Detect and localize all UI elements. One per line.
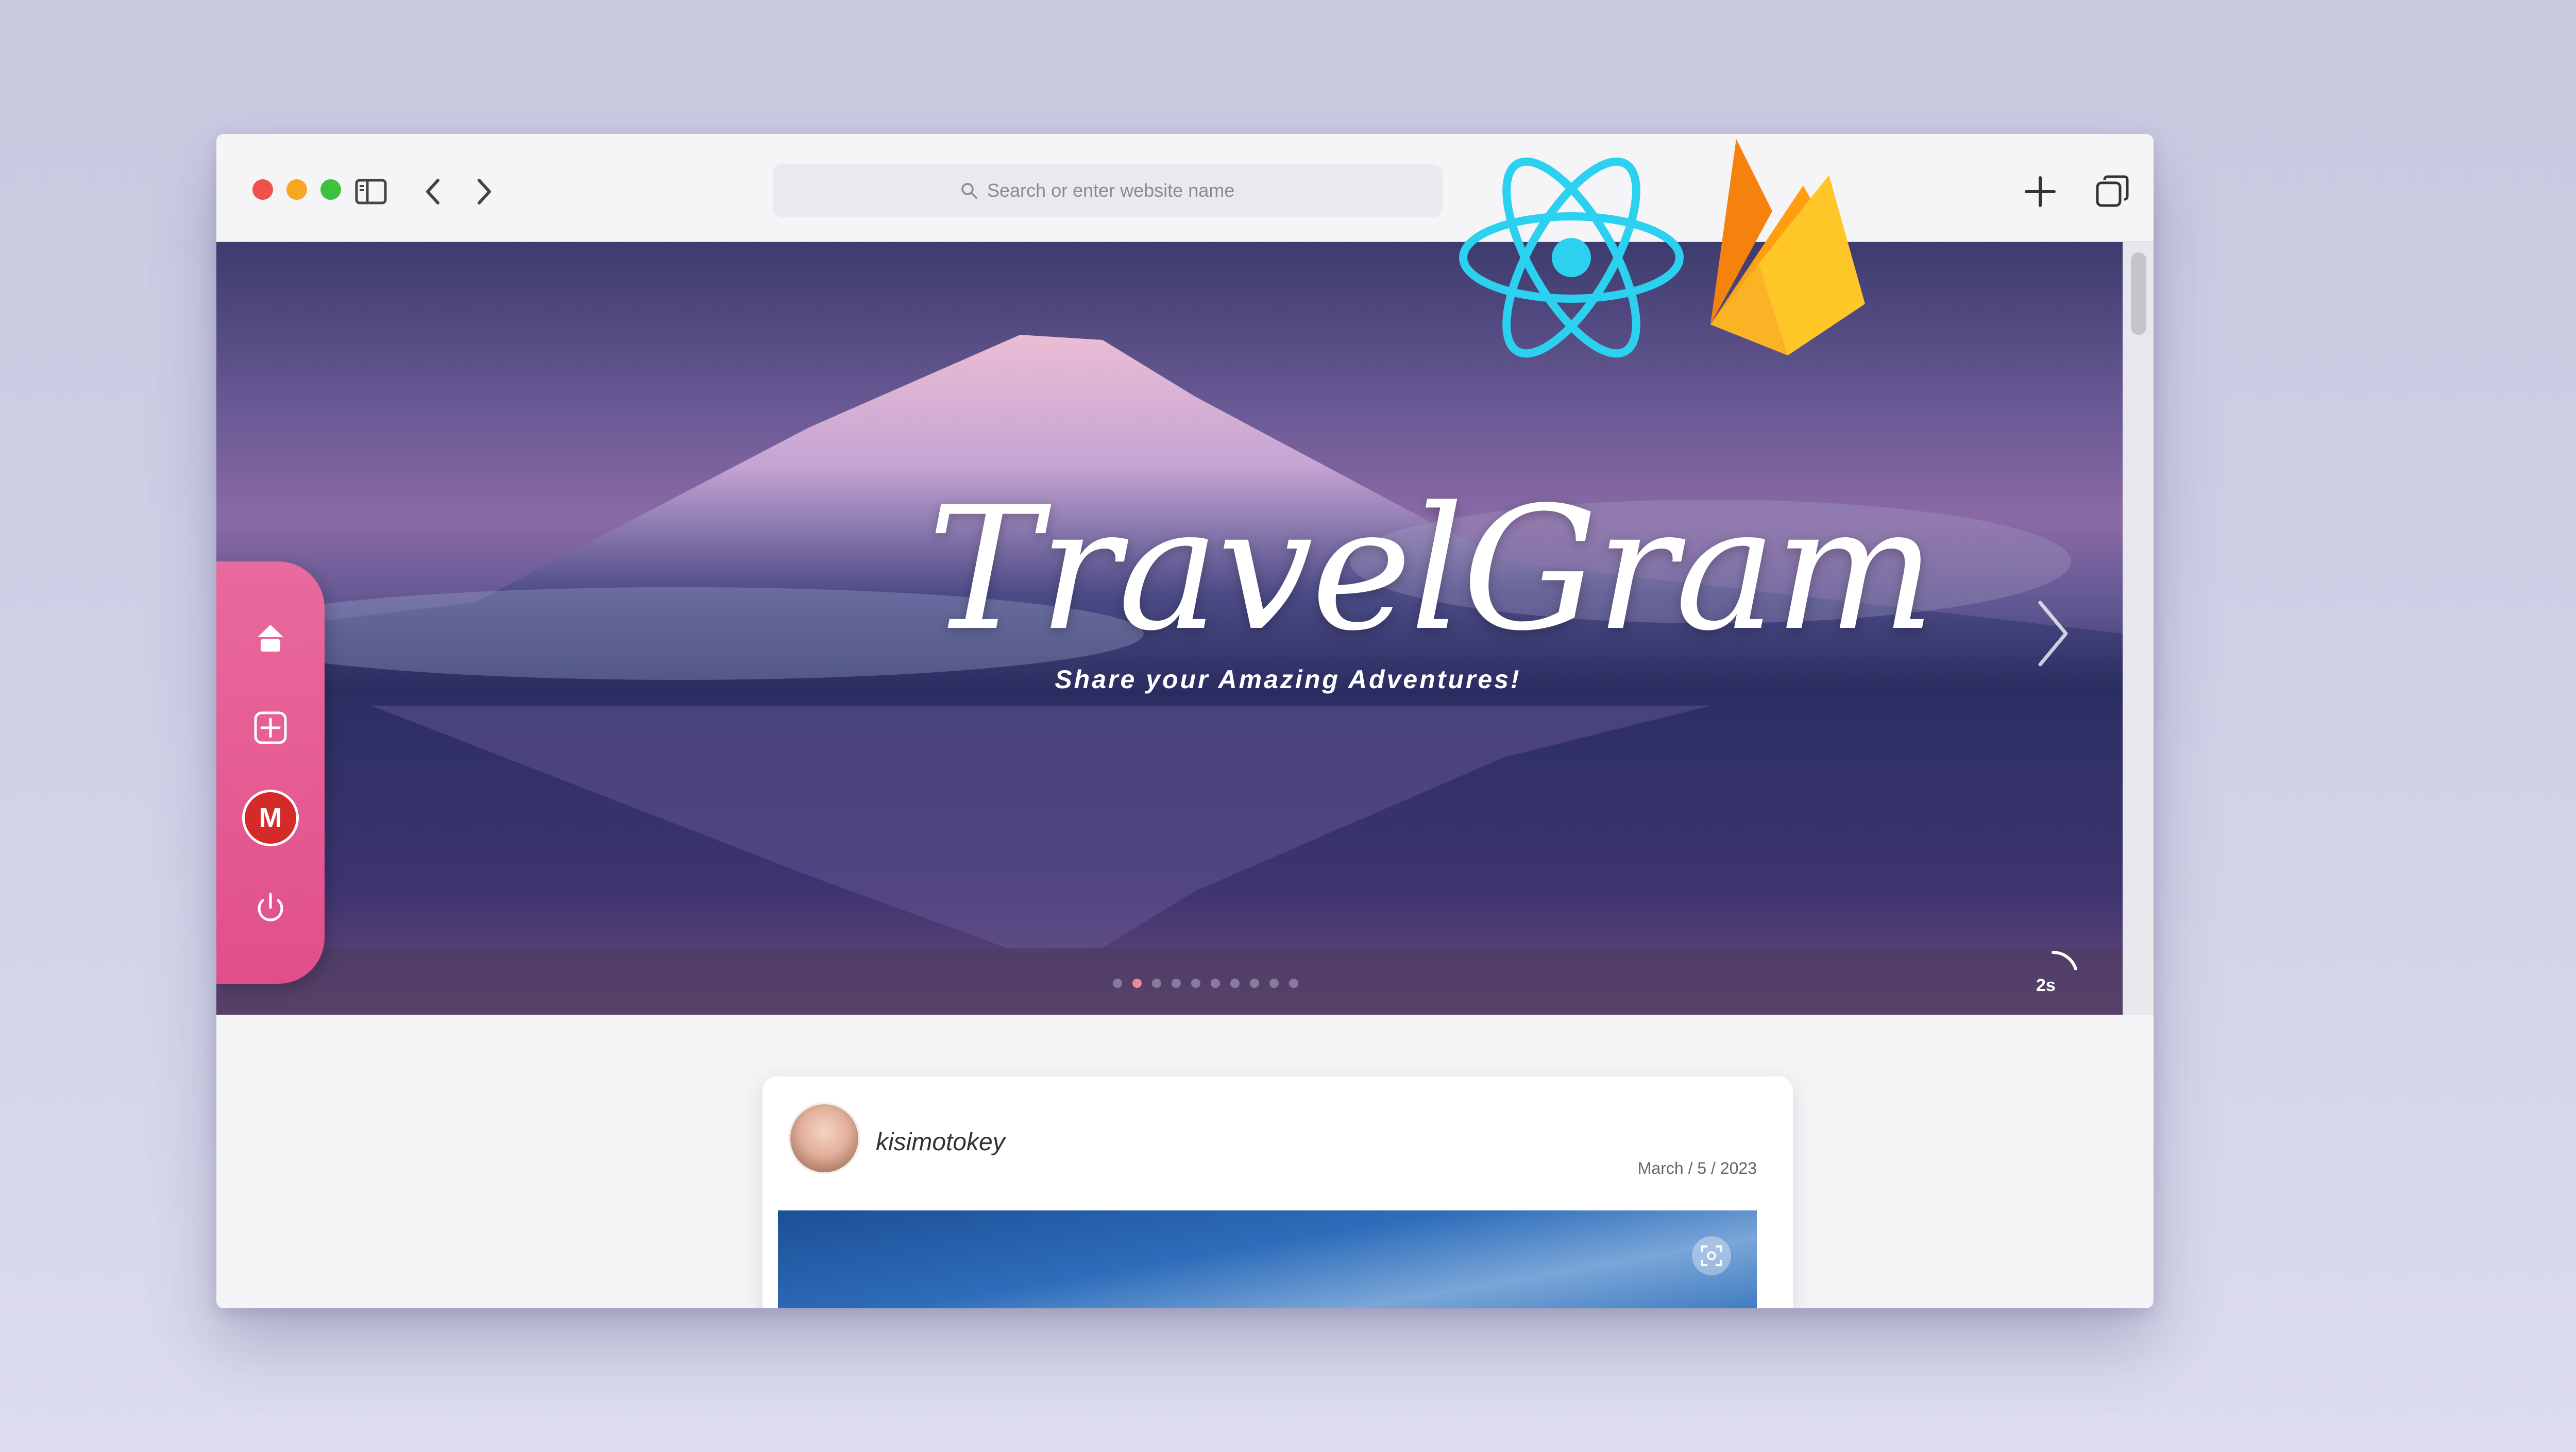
slider-dot[interactable] bbox=[1211, 979, 1220, 988]
forward-button[interactable] bbox=[464, 171, 505, 212]
add-post-icon bbox=[254, 711, 287, 744]
react-logo bbox=[1459, 157, 1684, 358]
address-bar[interactable] bbox=[773, 164, 1443, 217]
nav-home-button[interactable] bbox=[242, 609, 299, 666]
power-icon bbox=[258, 893, 283, 921]
app-logo-title: TravelGram bbox=[927, 470, 1936, 668]
address-input[interactable] bbox=[987, 180, 1255, 201]
firebase-logo bbox=[1710, 139, 1865, 355]
maximize-window-button[interactable] bbox=[320, 179, 341, 200]
expand-icon bbox=[1701, 1245, 1722, 1266]
new-tab-button[interactable] bbox=[2020, 171, 2061, 212]
hero-brand: TravelGram Share your Amazing Adventures… bbox=[927, 470, 1936, 694]
slider-dot[interactable] bbox=[1269, 979, 1279, 988]
slide-timer: 2s bbox=[2025, 948, 2081, 1004]
chevron-right-icon bbox=[2038, 601, 2068, 667]
back-icon bbox=[426, 179, 439, 204]
back-button[interactable] bbox=[412, 171, 453, 212]
minimize-window-button[interactable] bbox=[286, 179, 307, 200]
post-date: March / 5 / 2023 bbox=[1637, 1159, 1757, 1177]
image-expand-button[interactable] bbox=[1692, 1236, 1731, 1275]
sidebar-icon bbox=[355, 179, 387, 204]
forward-icon bbox=[478, 179, 491, 204]
home-icon bbox=[258, 624, 283, 652]
slider-next-button[interactable] bbox=[2025, 592, 2076, 675]
scrollbar-thumb[interactable] bbox=[2131, 252, 2146, 335]
plus-icon bbox=[2025, 176, 2056, 207]
search-icon bbox=[961, 183, 977, 199]
user-avatar: M bbox=[242, 789, 299, 846]
tab-overview-button[interactable] bbox=[2092, 171, 2133, 212]
post-image[interactable] bbox=[778, 1210, 1757, 1308]
close-window-button[interactable] bbox=[252, 179, 273, 200]
tabs-icon bbox=[2096, 175, 2129, 207]
slider-dot[interactable] bbox=[1191, 979, 1200, 988]
post-author-avatar[interactable] bbox=[788, 1102, 860, 1174]
timer-label: 2s bbox=[2036, 976, 2056, 995]
window-controls bbox=[252, 179, 341, 200]
nav-profile-button[interactable]: M bbox=[242, 789, 299, 846]
slider-dot[interactable] bbox=[1172, 979, 1181, 988]
page-scrollbar[interactable] bbox=[2123, 242, 2154, 1015]
slider-dot[interactable] bbox=[1113, 979, 1122, 988]
slider-pagination bbox=[1113, 979, 1298, 988]
post-card: kisimotokey March / 5 / 2023 bbox=[762, 1077, 1793, 1308]
slider-dot[interactable] bbox=[1230, 979, 1240, 988]
nav-logout-button[interactable] bbox=[242, 880, 299, 936]
slider-dot[interactable] bbox=[1250, 979, 1259, 988]
slider-dot[interactable] bbox=[1132, 979, 1142, 988]
sidebar-toggle-button[interactable] bbox=[350, 171, 392, 212]
nav-add-post-button[interactable] bbox=[242, 699, 299, 756]
slider-dot[interactable] bbox=[1289, 979, 1298, 988]
side-navigation: M bbox=[216, 561, 325, 984]
slider-dot[interactable] bbox=[1152, 979, 1161, 988]
post-username[interactable]: kisimotokey bbox=[876, 1128, 1005, 1156]
hero-subtitle: Share your Amazing Adventures! bbox=[1055, 665, 1521, 694]
